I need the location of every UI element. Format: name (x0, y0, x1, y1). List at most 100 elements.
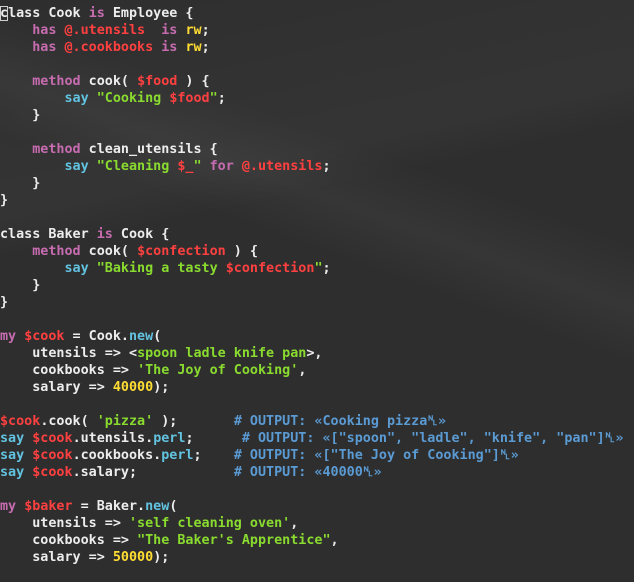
code-line[interactable]: say $cook.salary; # OUTPUT: «40000␤» (0, 464, 634, 481)
code-line[interactable]: } (0, 175, 634, 192)
code-line[interactable]: cookbooks => 'The Joy of Cooking', (0, 362, 634, 379)
code-line[interactable] (0, 124, 634, 141)
code-token: is (96, 227, 113, 242)
code-line[interactable] (0, 209, 634, 226)
code-token: say (64, 261, 89, 276)
code-token: cook( (80, 74, 138, 89)
code-token: "Cooking (96, 91, 170, 106)
code-token: @.utensils (64, 23, 146, 38)
code-token: rw (185, 23, 202, 38)
code-line[interactable]: salary => 40000); (0, 379, 634, 396)
code-line[interactable]: has @.utensils is rw; (0, 22, 634, 39)
code-token: say (64, 159, 89, 174)
code-token: } (0, 176, 41, 191)
code-token: say (0, 431, 25, 446)
code-line[interactable]: } (0, 192, 634, 209)
code-token: method (32, 244, 81, 259)
code-token: } (0, 278, 41, 293)
code-token: ; (185, 431, 242, 446)
code-line[interactable] (0, 396, 634, 413)
code-line[interactable]: say "Cooking $food"; (0, 90, 634, 107)
code-token: ; (201, 40, 210, 55)
code-line[interactable]: class Cook is Employee { (0, 5, 634, 22)
code-token: is (161, 23, 178, 38)
code-token: for (209, 159, 234, 174)
code-token: $confection (137, 244, 226, 259)
code-line[interactable]: cookbooks => "The Baker's Apprentice", (0, 532, 634, 549)
code-token: ); (153, 550, 170, 565)
code-editor[interactable]: class Cook is Employee { has @.utensils … (0, 0, 634, 582)
code-token: "The Baker's Apprentice" (137, 533, 331, 548)
code-token: 'The Joy of Cooking' (137, 363, 299, 378)
code-token: ) { (177, 74, 210, 89)
code-line[interactable]: method cook( $food ) { (0, 73, 634, 90)
code-token: = Baker. (72, 499, 146, 514)
code-line[interactable]: } (0, 294, 634, 311)
code-token: say (64, 91, 89, 106)
code-token: ; (193, 448, 234, 463)
code-line[interactable]: } (0, 277, 634, 294)
code-token: is (88, 6, 105, 21)
code-token: # OUTPUT: «["The Joy of Cooking"]␤» (233, 448, 519, 463)
code-token: # OUTPUT: «Cooking pizza␤» (233, 414, 447, 429)
code-token: $confection (225, 261, 315, 276)
code-token: spoon ladle knife pan (137, 346, 307, 361)
code-line[interactable]: utensils => 'self cleaning oven', (0, 515, 634, 532)
code-line[interactable]: has @.cookbooks is rw; (0, 39, 634, 56)
code-token: ; (322, 159, 331, 174)
code-token: } (0, 193, 9, 208)
code-token: ; (217, 91, 226, 106)
code-token: " (193, 159, 202, 174)
code-token: ( (153, 329, 162, 344)
code-line[interactable] (0, 311, 634, 328)
code-line[interactable]: utensils => <spoon ladle knife pan>, (0, 345, 634, 362)
code-token: @.utensils (241, 159, 323, 174)
code-line[interactable] (0, 481, 634, 498)
code-token: 50000 (112, 550, 154, 565)
code-line[interactable]: say "Baking a tasty $confection"; (0, 260, 634, 277)
code-line[interactable]: my $cook = Cook.new( (0, 328, 634, 345)
code-token: $_ (177, 159, 194, 174)
code-token: new (145, 499, 170, 514)
code-line[interactable]: method cook( $confection ) { (0, 243, 634, 260)
code-token: my (0, 329, 17, 344)
code-line[interactable]: say "Cleaning $_" for @.utensils; (0, 158, 634, 175)
code-token: @.cookbooks (64, 40, 154, 55)
code-token: 'self cleaning oven' (129, 516, 291, 531)
code-line[interactable]: say $cook.cookbooks.perl; # OUTPUT: «["T… (0, 447, 634, 464)
code-token: .utensils. (72, 431, 154, 446)
code-line[interactable]: method clean_utensils { (0, 141, 634, 158)
code-token: ); (153, 414, 234, 429)
code-line[interactable]: my $baker = Baker.new( (0, 498, 634, 515)
code-token: .salary; (72, 465, 234, 480)
code-line[interactable]: say $cook.utensils.perl; # OUTPUT: «["sp… (0, 430, 634, 447)
code-token: "Cleaning (96, 159, 178, 174)
code-token: class Baker (0, 227, 97, 242)
code-token: method (32, 142, 81, 157)
code-token: my (0, 499, 17, 514)
code-token: >, (306, 346, 323, 361)
code-token: } (0, 108, 41, 123)
code-token: cookbooks => (0, 533, 138, 548)
code-token: .cook( (40, 414, 97, 429)
code-line[interactable]: salary => 50000); (0, 549, 634, 566)
code-line[interactable]: class Baker is Cook { (0, 226, 634, 243)
code-token: say (0, 448, 25, 463)
code-line[interactable]: } (0, 107, 634, 124)
code-line[interactable]: $cook.cook( 'pizza' ); # OUTPUT: «Cookin… (0, 413, 634, 430)
code-line[interactable] (0, 56, 634, 73)
code-token: lass Cook (8, 6, 89, 21)
code-token: Cook { (112, 227, 170, 242)
code-token: # OUTPUT: «40000␤» (233, 465, 382, 480)
